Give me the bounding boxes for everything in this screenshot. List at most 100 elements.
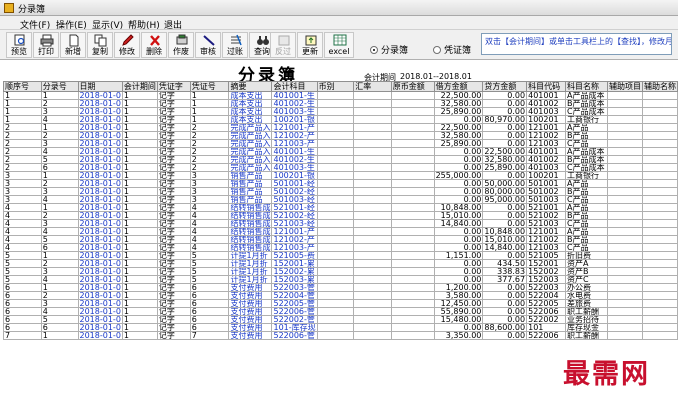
table-cell [390,163,435,172]
radio-journal-label: 分录簿 [381,46,409,56]
table-row[interactable]: 3 4 2018-01-0 1 记字 3 销售产品 501003-经 0.00 95,000.00… [3,195,678,204]
table-row[interactable]: 3 1 2018-01-0 1 记字 3 销售产品 100201-银 255,000.00 0.0… [3,171,678,180]
column-header[interactable]: 分录号 [40,81,79,92]
copy-button[interactable]: 复制 [87,32,113,58]
table-cell [353,107,392,116]
table-row[interactable]: 5 2 2018-01-0 1 记字 5 计提1月折 152001-累 0.00 434.50 15… [3,259,678,268]
audit-button[interactable]: 审核 [195,32,221,58]
table-cell [641,179,678,188]
radio-voucher[interactable]: 凭证簿 [433,43,471,56]
table-row[interactable]: 2 6 2018-01-0 1 记字 2 完成产品入 401003-生 0.00 25,890.0… [3,163,678,172]
table-cell [316,203,355,212]
table-header: 顺序号 分录号 日期 会计期间 凭证字 凭证号 摘要 会计科目 币别 汇率 原币金额 借方金额 贷方金额… [3,81,678,92]
table-row[interactable]: 2 3 2018-01-0 1 记字 2 完成产品入 121003-产 25,890.00 0.0… [3,139,678,148]
unpost-button[interactable]: 反过 [270,32,296,58]
table-row[interactable]: 6 2 2018-01-0 1 记字 6 支付费用 522004-管 3,580.00 0.00 5… [3,291,678,300]
table-row[interactable]: 1 1 2018-01-0 1 记字 1 成本支出 401001-生 22,500.00 0.00… [3,91,678,100]
table-row[interactable]: 4 3 2018-01-0 1 记字 4 结转销售成 521003-经 14,840.00 0.0… [3,219,678,228]
radio-journal[interactable]: 分录簿 [370,43,408,56]
table-cell [641,251,678,260]
table-cell [316,291,355,300]
journal-table[interactable]: 顺序号 分录号 日期 会计期间 凭证字 凭证号 摘要 会计科目 币别 汇率 原币金额 借方金额 贷方金额… [3,81,678,340]
table-cell: 88,600.00 [482,323,528,332]
table-cell [641,131,678,140]
table-row[interactable]: 3 2 2018-01-0 1 记字 3 销售产品 501001-经 0.00 50,000.00… [3,179,678,188]
print-button[interactable]: 打印 [33,32,59,58]
table-cell [390,251,435,260]
column-header[interactable]: 原币金额 [390,81,435,92]
table-row[interactable]: 3 3 2018-01-0 1 记字 3 销售产品 501002-经 0.00 80,000.00… [3,187,678,196]
table-row[interactable]: 1 2 2018-01-0 1 记字 1 成本支出 401002-生 32,580.00 0.00… [3,99,678,108]
table-cell [390,139,435,148]
table-cell [606,219,643,228]
column-header[interactable]: 顺序号 [3,81,42,92]
table-cell [316,131,355,140]
edit-button[interactable]: 修改 [114,32,140,58]
table-row[interactable]: 6 4 2018-01-0 1 记字 6 支付费用 522006-管 55,890.00 0.00… [3,307,678,316]
radio-voucher-indicator[interactable] [433,46,441,54]
table-cell [641,299,678,308]
column-header[interactable]: 借方金额 [433,81,484,92]
table-cell: 1 [121,187,158,196]
table-row[interactable]: 5 1 2018-01-0 1 记字 5 计提1月折 521005-费 1,151.00 0.00… [3,251,678,260]
table-cell: 5 [189,259,230,268]
table-row[interactable]: 2 1 2018-01-0 1 记字 2 完成产品入 121001-产 22,500.00 0.0… [3,123,678,132]
table-cell: 支付费用 [228,307,273,316]
period-value[interactable]: 2018.01--2018.01 [400,72,472,81]
column-header[interactable]: 贷方金额 [482,81,528,92]
post-button[interactable]: 过账 [222,32,248,58]
delete-button[interactable]: 删除 [141,32,167,58]
table-row[interactable]: 4 4 2018-01-0 1 记字 4 结转销售成 121001-产 0.00 10,848.0… [3,227,678,236]
table-row[interactable]: 4 1 2018-01-0 1 记字 4 结转销售成 521001-经 10,848.00 0.0… [3,203,678,212]
table-cell [641,203,678,212]
column-header[interactable]: 摘要 [228,81,273,92]
table-cell [353,147,392,156]
table-cell: 5 [189,251,230,260]
table-row[interactable]: 7 1 2018-01-0 1 记字 7 支付费用 522006-管 3,350.00 0.00 5… [3,331,678,340]
table-cell: 5 [189,275,230,284]
delete-icon [150,35,160,46]
table-cell: 4 [40,115,79,124]
column-header[interactable]: 凭证字 [156,81,191,92]
table-cell: 完成产品入 [228,131,273,140]
table-cell: 1,200.00 [433,283,484,292]
table-row[interactable]: 6 6 2018-01-0 1 记字 6 支付费用 101-库存现 0.00 88,600.00 1… [3,323,678,332]
column-header[interactable]: 辅助名称 [641,81,678,92]
table-cell: 2018-01-0 [77,211,123,220]
column-header[interactable]: 汇率 [353,81,392,92]
new-button[interactable]: 新增 [60,32,86,58]
table-row[interactable]: 2 5 2018-01-0 1 记字 2 完成产品入 401002-生 0.00 32,580.0… [3,155,678,164]
column-header[interactable]: 日期 [77,81,123,92]
refresh-button[interactable]: 更新 [297,32,323,58]
table-cell: 资产A [565,259,608,268]
column-header[interactable]: 会计期间 [121,81,158,92]
table-row[interactable]: 6 5 2018-01-0 1 记字 6 支付费用 522002-管 15,480.00 0.00… [3,315,678,324]
table-cell [316,155,355,164]
table-row[interactable]: 4 5 2018-01-0 1 记字 4 结转销售成 121002-产 0.00 15,010.0… [3,235,678,244]
table-row[interactable]: 4 2 2018-01-0 1 记字 4 结转销售成 521002-经 15,010.00 0.0… [3,211,678,220]
print-label: 打印 [38,47,54,56]
preview-button[interactable]: 预览 [6,32,32,58]
column-header[interactable]: 凭证号 [189,81,230,92]
column-header[interactable]: 会计科目 [271,81,318,92]
column-header[interactable]: 科目名称 [565,81,608,92]
table-row[interactable]: 5 4 2018-01-0 1 记字 5 计提1月折 152003-累 0.00 377.67 15… [3,275,678,284]
table-cell [606,99,643,108]
column-header[interactable]: 币别 [316,81,355,92]
column-header[interactable]: 辅助项目 [606,81,643,92]
table-cell [316,227,355,236]
table-row[interactable]: 5 3 2018-01-0 1 记字 5 计提1月折 152002-累 0.00 338.83 15… [3,267,678,276]
table-row[interactable]: 6 1 2018-01-0 1 记字 6 支付费用 522003-管 1,200.00 0.00 5… [3,283,678,292]
table-row[interactable]: 1 3 2018-01-0 1 记字 1 成本支出 401003-生 25,890.00 0.00… [3,107,678,116]
radio-journal-indicator[interactable] [370,46,378,54]
column-header[interactable]: 科目代码 [526,81,567,92]
table-row[interactable]: 6 3 2018-01-0 1 记字 6 支付费用 522005-管 12,450.00 0.00… [3,299,678,308]
void-button[interactable]: 作废 [168,32,194,58]
table-row[interactable]: 2 4 2018-01-0 1 记字 2 完成产品入 401001-生 0.00 22,500.0… [3,147,678,156]
excel-button[interactable]: excel [324,32,354,58]
table-cell [641,267,678,276]
table-row[interactable]: 2 2 2018-01-0 1 记字 2 完成产品入 121002-产 32,580.00 0.0… [3,131,678,140]
table-row[interactable]: 4 6 2018-01-0 1 记字 4 结转销售成 121003-产 0.00 14,840.0… [3,243,678,252]
table-cell: 1 [121,139,158,148]
table-row[interactable]: 1 4 2018-01-0 1 记字 1 成本支出 100201-银 0.00 80,970.00… [3,115,678,124]
